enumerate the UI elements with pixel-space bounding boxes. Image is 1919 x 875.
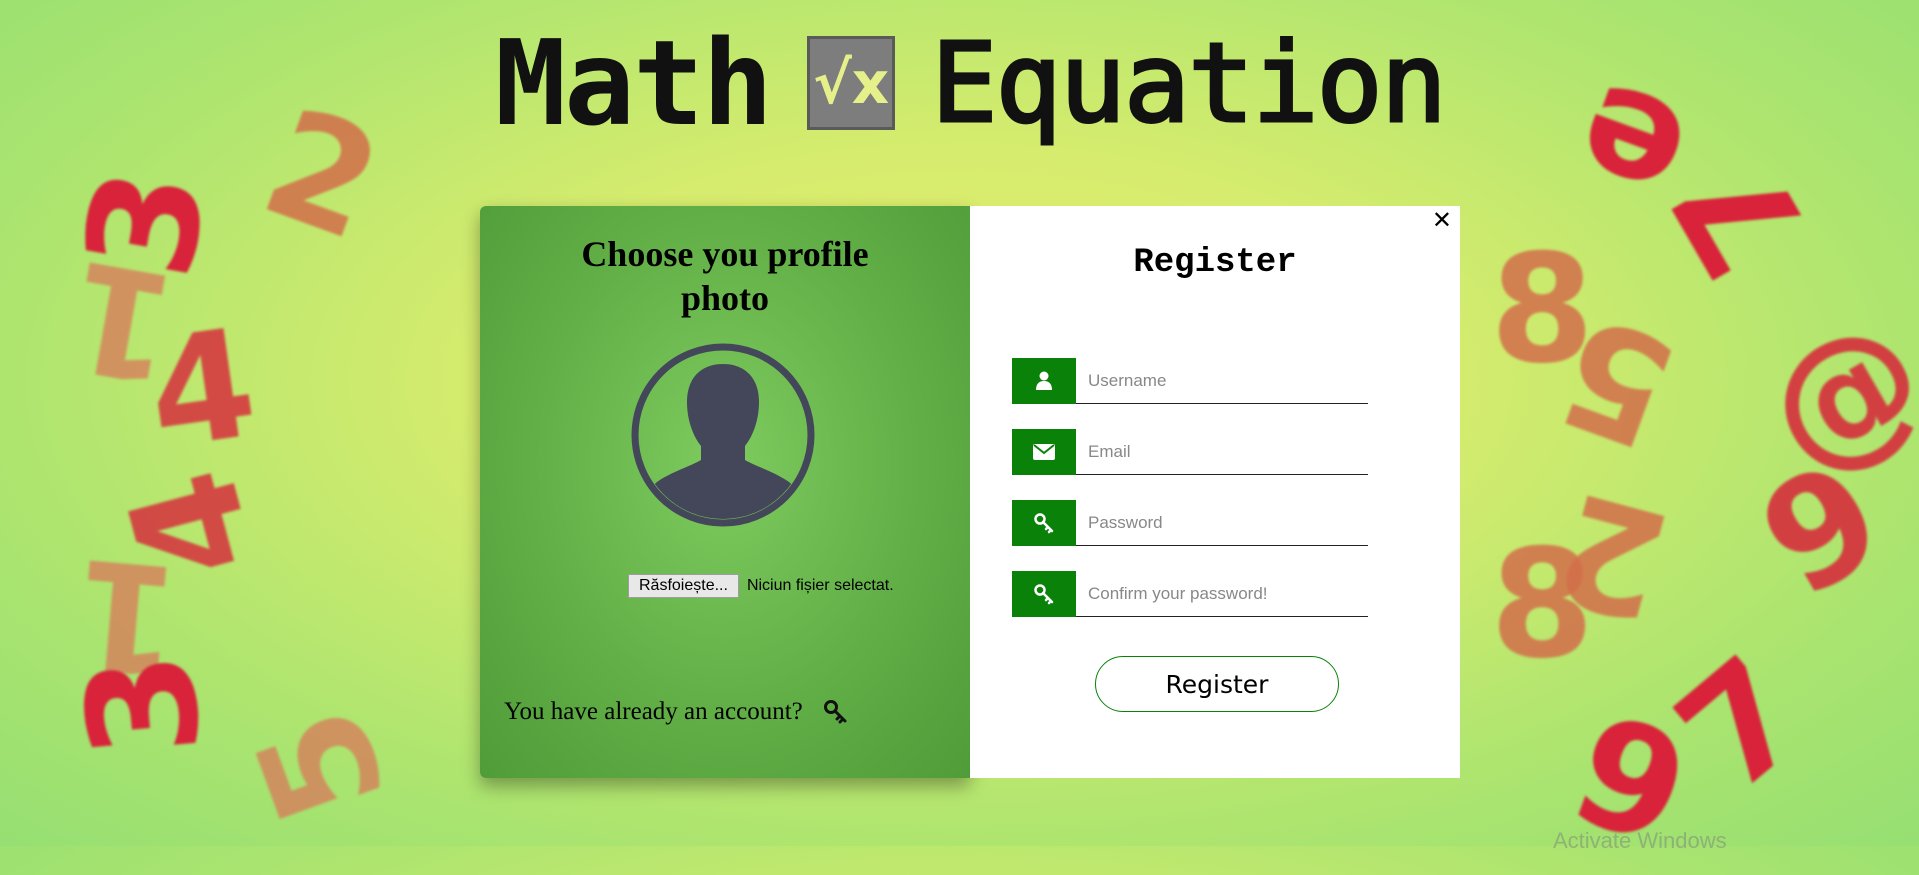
no-file-selected-text: Niciun fișier selectat.	[746, 577, 894, 594]
decorative-digit: 2	[243, 75, 401, 275]
key-icon[interactable]	[823, 699, 849, 725]
confirm-password-input[interactable]	[1076, 571, 1368, 617]
username-input[interactable]	[1076, 358, 1368, 404]
photo-heading: Choose you profile photo	[581, 234, 869, 318]
key-icon	[1012, 571, 1076, 617]
title-word-equation: Equation	[930, 18, 1449, 149]
app-title: Math √x Equation	[495, 8, 1449, 158]
email-input[interactable]	[1076, 429, 1368, 475]
password-input[interactable]	[1076, 500, 1368, 546]
register-heading: Register	[1133, 244, 1297, 282]
decorative-digit: 3	[52, 645, 236, 765]
title-word-math: Math	[495, 14, 773, 152]
file-upload: Răsfoiește... Niciun fișier selectat.	[628, 574, 894, 598]
decorative-digit: 8	[1490, 518, 1595, 692]
decorative-digit: 4	[138, 296, 266, 484]
close-icon[interactable]: ✕	[1432, 206, 1452, 234]
decorative-digit: 5	[222, 686, 422, 844]
password-field-group	[1012, 500, 1368, 546]
already-account-link[interactable]: You have already an account?	[504, 698, 803, 726]
envelope-icon	[1012, 429, 1076, 475]
sqrt-logo-icon: √x	[807, 36, 896, 130]
email-field-group	[1012, 429, 1368, 475]
avatar-placeholder-icon[interactable]	[630, 342, 816, 528]
browse-button[interactable]: Răsfoiește...	[628, 574, 739, 598]
already-account-row: You have already an account?	[504, 698, 849, 726]
user-icon	[1012, 358, 1076, 404]
register-panel: ✕ Register Register	[970, 206, 1460, 778]
profile-photo-panel: Choose you profile photo Răsfoiește... N…	[480, 206, 970, 778]
username-field-group	[1012, 358, 1368, 404]
confirm-password-field-group	[1012, 571, 1368, 617]
key-icon	[1012, 500, 1076, 546]
register-button[interactable]: Register	[1095, 656, 1339, 712]
os-watermark: Activate Windows	[1553, 828, 1727, 853]
